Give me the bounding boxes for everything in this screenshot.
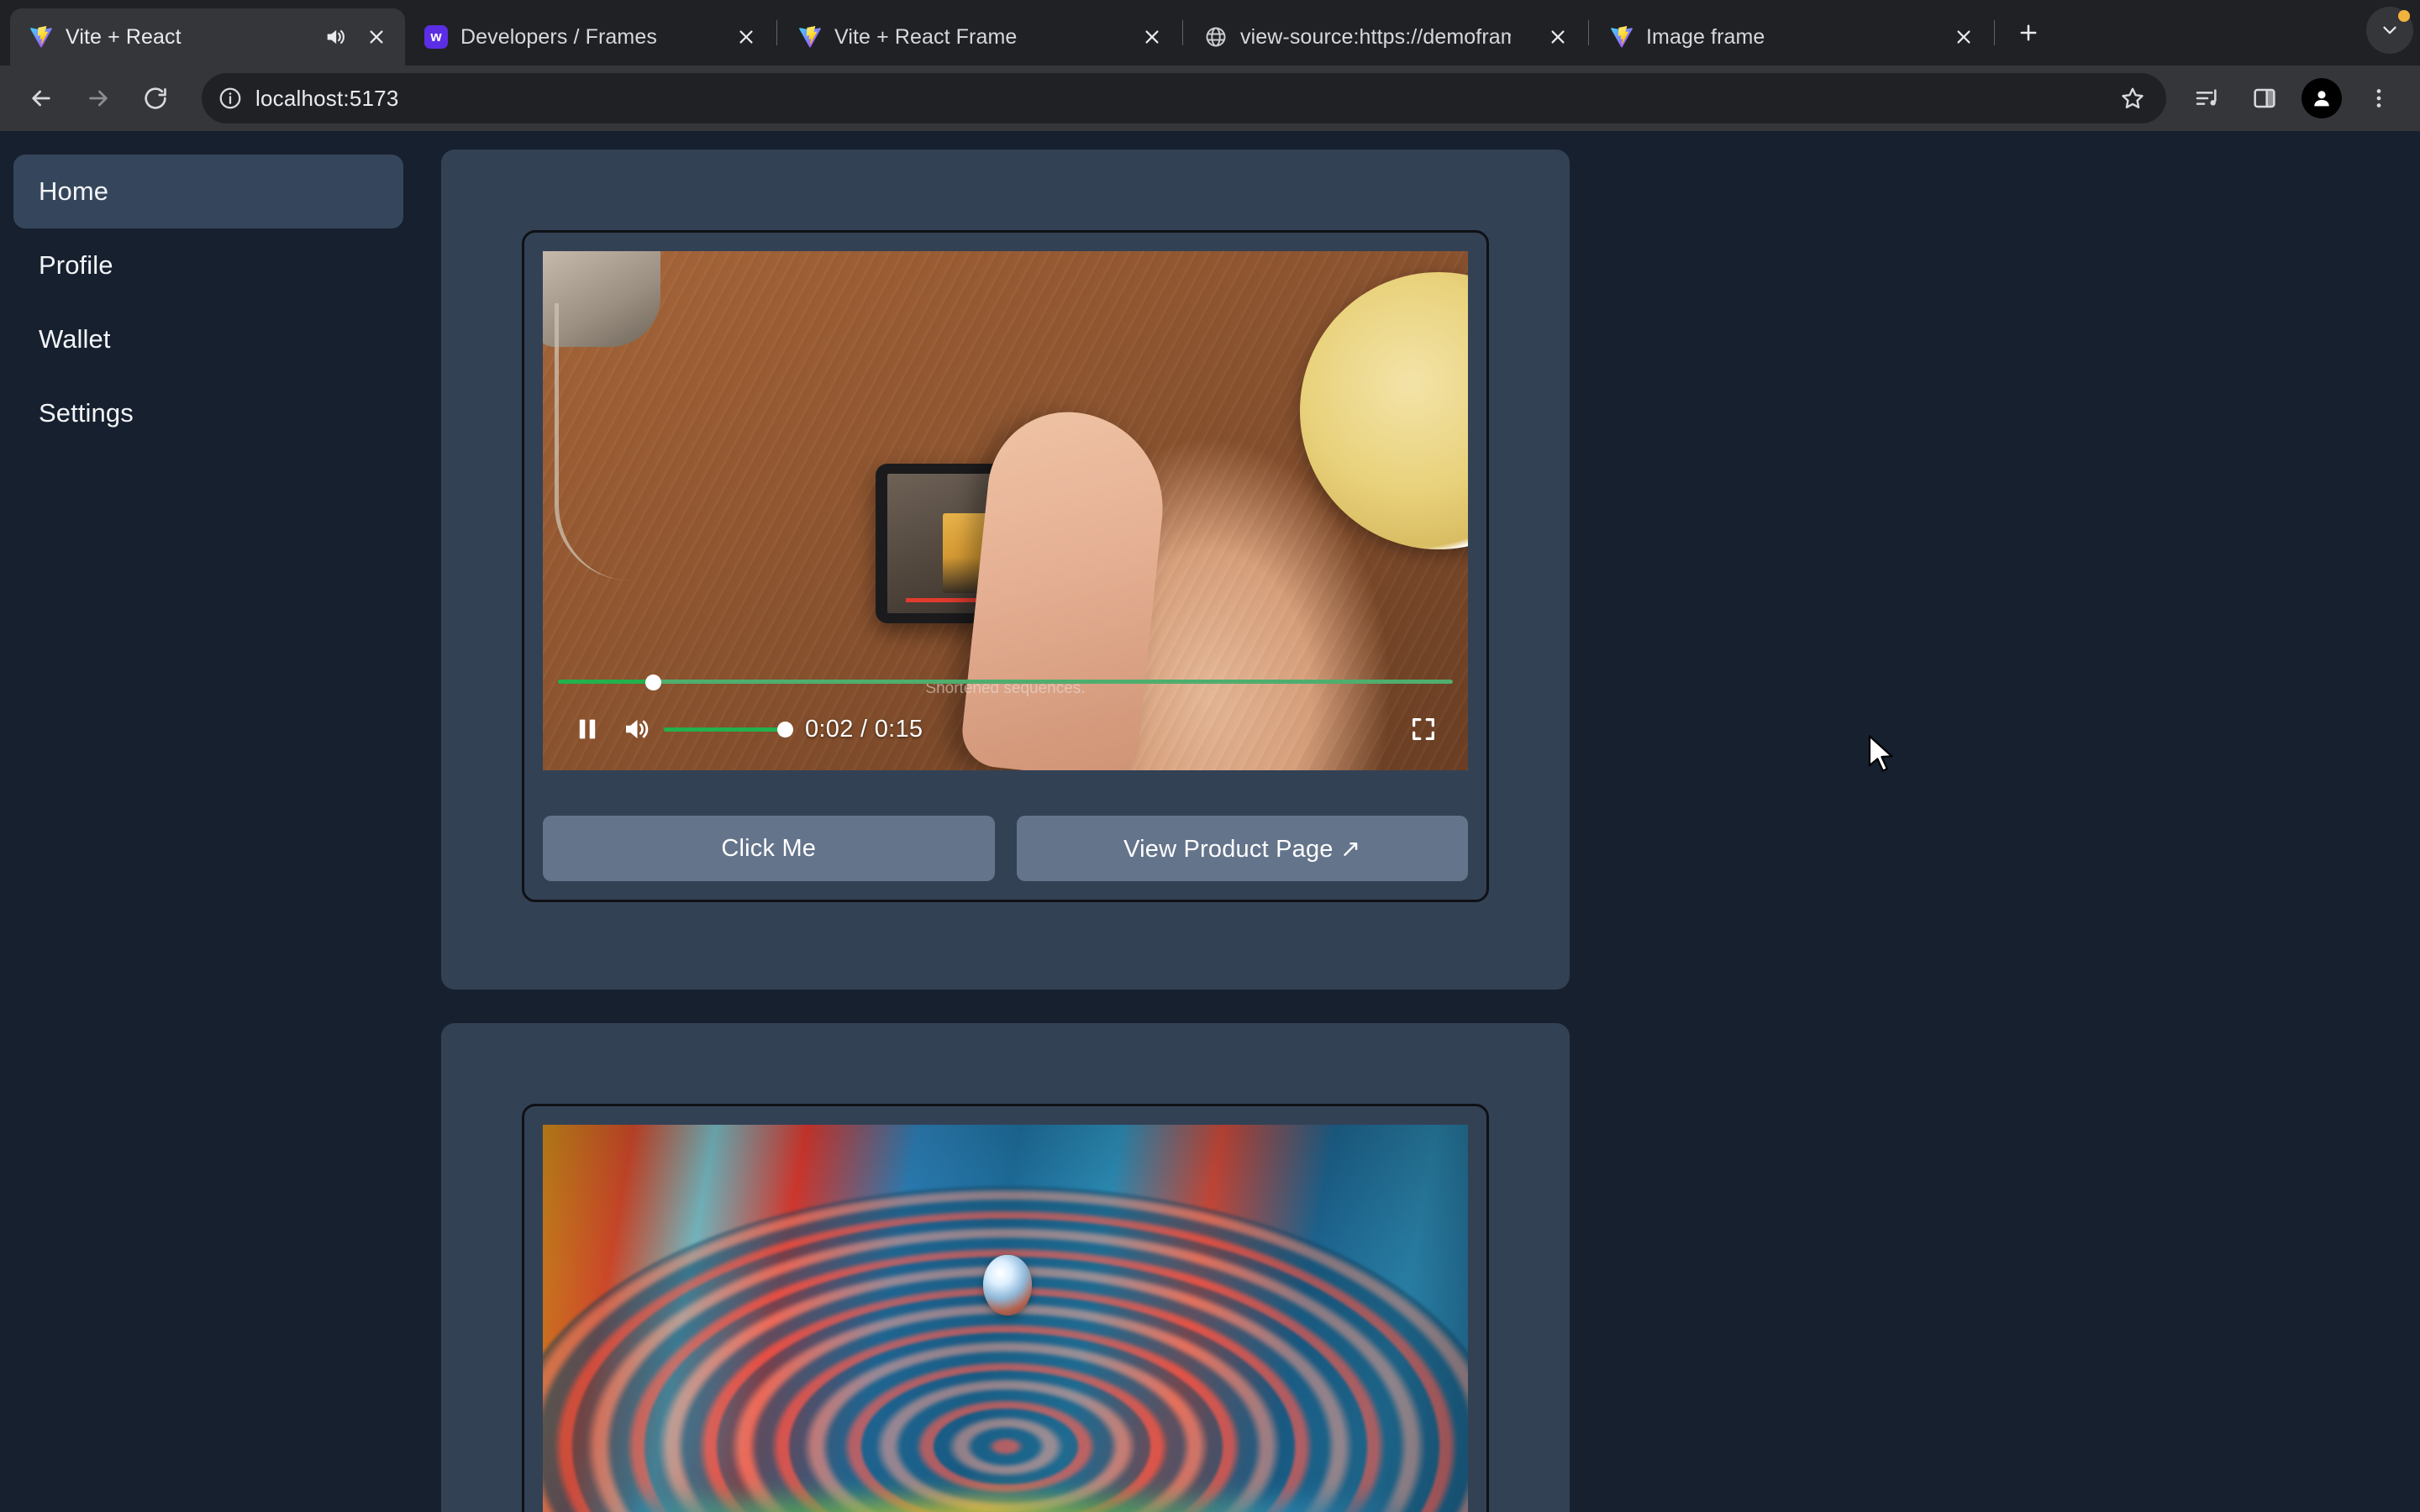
pause-icon[interactable] <box>563 705 612 753</box>
address-bar[interactable]: localhost:5173 <box>202 73 2166 123</box>
progress-track[interactable] <box>558 680 1453 684</box>
tab-divider <box>776 20 777 45</box>
media-playlist-icon[interactable] <box>2181 72 2233 124</box>
page-viewport: Home Profile Wallet Settings Shortened s… <box>0 131 2420 1512</box>
volume-track[interactable] <box>664 727 790 732</box>
browser-tab-4[interactable]: Image frame <box>1591 8 1992 66</box>
address-bar-url[interactable]: localhost:5173 <box>255 86 2107 112</box>
browser-tab-3[interactable]: view-source:https://demofram <box>1185 8 1586 66</box>
tab-strip: Vite + React w Developers / Frames Vite … <box>0 0 2420 66</box>
tab-title: view-source:https://demofram <box>1240 24 1511 49</box>
cable-object <box>555 302 630 580</box>
fullscreen-icon[interactable] <box>1399 705 1448 753</box>
sidebar-nav: Home Profile Wallet Settings <box>0 131 420 1512</box>
browser-toolbar: localhost:5173 <box>0 66 2420 131</box>
frame-button-click-me[interactable]: Click Me <box>543 816 995 881</box>
browser-tab-0[interactable]: Vite + React <box>10 8 405 66</box>
forward-arrow-icon[interactable] <box>72 72 124 124</box>
sidebar-item-label: Wallet <box>39 324 111 354</box>
browser-window: Vite + React w Developers / Frames Vite … <box>0 0 2420 1512</box>
browser-tab-1[interactable]: w Developers / Frames <box>405 8 775 66</box>
warpcast-logo-icon: w <box>424 24 449 50</box>
back-arrow-icon[interactable] <box>15 72 67 124</box>
tab-divider <box>1588 20 1589 45</box>
tab-close-icon[interactable] <box>1137 22 1167 52</box>
tab-close-icon[interactable] <box>731 22 761 52</box>
frame-button-view-product-page[interactable]: View Product Page ↗ <box>1016 816 1468 881</box>
video-player[interactable]: Shortened sequences. 0:02 / 0:15 <box>543 251 1468 770</box>
vite-logo-icon <box>797 24 823 50</box>
frame-image[interactable] <box>543 1125 1468 1512</box>
sidebar-item-label: Settings <box>39 398 134 428</box>
tab-title: Developers / Frames <box>460 24 657 49</box>
three-dot-menu-icon[interactable] <box>2353 72 2405 124</box>
sidebar-item-home[interactable]: Home <box>13 155 403 228</box>
video-control-row: 0:02 / 0:15 <box>563 705 1448 753</box>
frame-button-label: View Product Page ↗ <box>1123 835 1361 863</box>
video-time-display: 0:02 / 0:15 <box>805 715 923 743</box>
frame-card-video: Shortened sequences. 0:02 / 0:15 Click M… <box>441 150 1570 990</box>
profile-avatar-icon[interactable] <box>2296 72 2348 124</box>
vite-logo-icon <box>1609 24 1634 50</box>
globe-icon <box>1203 24 1228 50</box>
sidebar-item-profile[interactable]: Profile <box>13 228 403 302</box>
update-available-dot <box>2398 10 2410 22</box>
tab-search-chevron-down-icon[interactable] <box>2366 7 2413 54</box>
tab-title: Image frame <box>1646 24 1765 49</box>
side-panel-icon[interactable] <box>2238 72 2291 124</box>
frame-container <box>522 1104 1489 1512</box>
tab-title: Vite + React <box>66 24 182 49</box>
volume-slider[interactable] <box>664 721 793 738</box>
progress-knob[interactable] <box>644 675 661 690</box>
progress-fill <box>558 680 653 684</box>
photo-vignette <box>543 1125 1468 1512</box>
new-tab-button[interactable] <box>2008 13 2049 53</box>
tab-strip-right-controls <box>2366 7 2413 54</box>
tab-divider <box>1994 20 1995 45</box>
tab-close-icon[interactable] <box>361 22 392 52</box>
browser-tab-2[interactable]: Vite + React Frame <box>779 8 1181 66</box>
sidebar-item-label: Profile <box>39 250 113 280</box>
tab-title: Vite + React Frame <box>834 24 1018 49</box>
tab-close-icon[interactable] <box>1949 22 1979 52</box>
vite-logo-icon <box>29 24 54 50</box>
tab-close-icon[interactable] <box>1543 22 1573 52</box>
tab-divider <box>1182 20 1183 45</box>
tab-audio-icon[interactable] <box>321 23 350 51</box>
star-icon[interactable] <box>2107 73 2158 123</box>
sidebar-item-settings[interactable]: Settings <box>13 376 403 450</box>
frame-card-image <box>441 1023 1570 1512</box>
reload-icon[interactable] <box>129 72 182 124</box>
sidebar-item-label: Home <box>39 176 109 206</box>
frame-button-row: Click Me View Product Page ↗ <box>543 816 1468 881</box>
frames-feed: Shortened sequences. 0:02 / 0:15 Click M… <box>420 131 2420 1512</box>
frame-container: Shortened sequences. 0:02 / 0:15 Click M… <box>522 230 1489 902</box>
volume-knob[interactable] <box>777 722 793 738</box>
video-controls: 0:02 / 0:15 <box>543 661 1468 770</box>
mouse-cursor <box>1868 734 1897 774</box>
volume-high-icon[interactable] <box>612 705 660 753</box>
frame-button-label: Click Me <box>721 834 817 862</box>
video-progress-bar[interactable] <box>558 673 1453 690</box>
sidebar-item-wallet[interactable]: Wallet <box>13 302 403 376</box>
info-circle-icon[interactable] <box>205 73 255 123</box>
